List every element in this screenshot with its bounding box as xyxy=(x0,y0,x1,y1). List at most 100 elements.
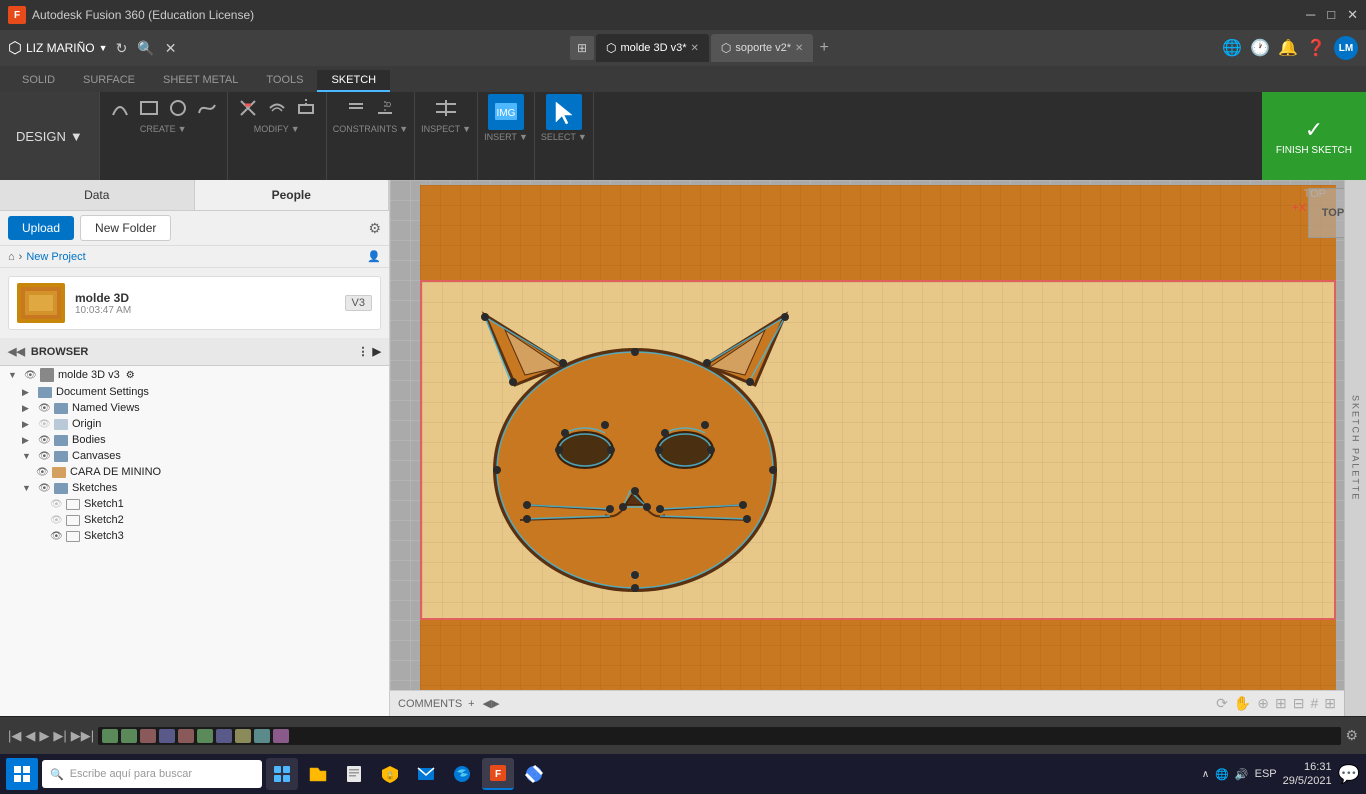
maximize-button[interactable]: □ xyxy=(1327,7,1335,23)
insert-arrow[interactable]: ▼ xyxy=(519,132,528,142)
bodies-arrow[interactable]: ▶ xyxy=(22,435,36,446)
timeline-item-9[interactable] xyxy=(254,729,270,743)
user-info[interactable]: ⬡ LIZ MARIÑO ▼ xyxy=(8,38,108,58)
sketches-eye-icon[interactable] xyxy=(38,483,52,494)
taskbar-chrome[interactable] xyxy=(518,758,550,790)
dimension-tool[interactable]: D xyxy=(371,94,399,122)
origin-arrow[interactable]: ▶ xyxy=(22,419,36,430)
circle-tool[interactable] xyxy=(164,94,192,122)
tab-surface[interactable]: SURFACE xyxy=(69,70,149,92)
finish-sketch-button[interactable]: ✓ FINISH SKETCH xyxy=(1262,92,1366,180)
timeline-item-4[interactable] xyxy=(159,729,175,743)
file-item[interactable]: molde 3D 10:03:47 AM V3 xyxy=(8,276,381,330)
tab-people[interactable]: People xyxy=(195,180,390,210)
sketches-arrow[interactable]: ▼ xyxy=(22,483,36,493)
tab-sketch[interactable]: SKETCH xyxy=(317,70,390,92)
network-icon[interactable]: 🌐 xyxy=(1215,768,1229,781)
tree-sketches[interactable]: ▼ Sketches xyxy=(0,480,389,496)
zoom-extents-icon[interactable]: ⊞ xyxy=(1275,695,1287,712)
system-tray-expand[interactable]: ∧ xyxy=(1202,769,1209,780)
tab-solid[interactable]: SOLID xyxy=(8,70,69,92)
create-arrow[interactable]: ▼ xyxy=(178,124,187,134)
taskbar-search[interactable]: 🔍 Escribe aquí para buscar xyxy=(42,760,262,788)
globe-icon[interactable]: 🌐 xyxy=(1222,38,1242,58)
constraint-tool[interactable] xyxy=(342,94,370,122)
tab-soporte[interactable]: ⬡ soporte v2* ✕ xyxy=(711,34,814,62)
tree-canvases[interactable]: ▼ Canvases xyxy=(0,448,389,464)
taskbar-fusion[interactable]: F xyxy=(482,758,514,790)
view-mode-icon[interactable]: ⊟ xyxy=(1293,695,1305,712)
rect-tool[interactable] xyxy=(135,94,163,122)
tree-doc-settings[interactable]: ▶ Document Settings xyxy=(0,384,389,400)
help-icon[interactable]: ❓ xyxy=(1306,38,1326,58)
tab1-close[interactable]: ✕ xyxy=(691,43,699,54)
select-tool[interactable] xyxy=(546,94,582,130)
taskbar-security[interactable]: 🔒 xyxy=(374,758,406,790)
tree-sketch3[interactable]: Sketch3 xyxy=(0,528,389,544)
user-dropdown-icon[interactable]: ▼ xyxy=(99,43,108,53)
tab-tools[interactable]: TOOLS xyxy=(252,70,317,92)
pan-icon[interactable]: ✋ xyxy=(1234,695,1251,712)
timeline-prev-button[interactable]: ◀ xyxy=(25,728,35,744)
version-badge[interactable]: V3 xyxy=(345,295,372,311)
new-tab-icon[interactable]: + xyxy=(819,39,828,57)
canvases-eye-icon[interactable] xyxy=(38,451,52,462)
timeline-next-button[interactable]: ▶| xyxy=(53,728,66,744)
canvas-area[interactable]: TOP TOP SKETCH PALETTE +X COMMENTS + ◀▶ … xyxy=(390,180,1366,716)
zoom-icon[interactable]: ⊕ xyxy=(1257,695,1269,712)
trim-tool[interactable] xyxy=(234,94,262,122)
sketch1-eye-icon[interactable] xyxy=(50,499,64,510)
timeline-item-2[interactable] xyxy=(121,729,137,743)
arc-tool[interactable] xyxy=(106,94,134,122)
root-settings-icon[interactable]: ⚙ xyxy=(126,370,135,381)
spline-tool[interactable] xyxy=(193,94,221,122)
timeline-track[interactable] xyxy=(98,727,1341,745)
tree-sketch2[interactable]: Sketch2 xyxy=(0,512,389,528)
minimize-button[interactable]: ─ xyxy=(1306,7,1315,23)
tree-bodies[interactable]: ▶ Bodies xyxy=(0,432,389,448)
clock[interactable]: 16:31 29/5/2021 xyxy=(1283,760,1332,789)
cara-eye-icon[interactable] xyxy=(36,467,50,478)
orbit-icon[interactable]: ⟳ xyxy=(1216,695,1228,712)
select-arrow[interactable]: ▼ xyxy=(578,132,587,142)
app-grid-icon[interactable]: ⊞ xyxy=(570,36,594,60)
tree-origin[interactable]: ▶ Origin xyxy=(0,416,389,432)
close-button[interactable]: ✕ xyxy=(1347,7,1358,23)
insert-canvas-tool[interactable]: IMG xyxy=(488,94,524,130)
bodies-eye-icon[interactable] xyxy=(38,435,52,446)
browser-collapse-icon[interactable]: ◀◀ xyxy=(8,345,25,358)
tab2-close[interactable]: ✕ xyxy=(795,43,803,54)
taskbar-task-view[interactable] xyxy=(266,758,298,790)
sketch3-eye-icon[interactable] xyxy=(50,531,64,542)
taskbar-edge[interactable] xyxy=(446,758,478,790)
tab-molde3d[interactable]: ⬡ molde 3D v3* ✕ xyxy=(596,34,709,62)
timeline-play-button[interactable]: ▶ xyxy=(39,728,49,744)
constraints-arrow[interactable]: ▼ xyxy=(399,124,408,134)
taskbar-explorer[interactable] xyxy=(302,758,334,790)
clock-icon[interactable]: 🕐 xyxy=(1250,38,1270,58)
timeline-settings-icon[interactable]: ⚙ xyxy=(1345,727,1358,744)
timeline-item-10[interactable] xyxy=(273,729,289,743)
origin-eye-icon[interactable] xyxy=(38,419,52,430)
expand-comments-icon[interactable]: ◀▶ xyxy=(483,697,500,710)
tree-cara-minino[interactable]: CARA DE MININO xyxy=(0,464,389,480)
timeline-start-button[interactable]: |◀ xyxy=(8,728,21,744)
inspect-arrow[interactable]: ▼ xyxy=(462,124,471,134)
tab-data[interactable]: Data xyxy=(0,180,195,210)
named-views-arrow[interactable]: ▶ xyxy=(22,403,36,414)
timeline-item-1[interactable] xyxy=(102,729,118,743)
sketch2-eye-icon[interactable] xyxy=(50,515,64,526)
named-views-eye-icon[interactable] xyxy=(38,403,52,414)
sketch-palette[interactable]: SKETCH PALETTE xyxy=(1344,180,1366,716)
inspect-tool[interactable] xyxy=(432,94,460,122)
panel-person-icon[interactable]: 👤 xyxy=(367,250,381,263)
start-button[interactable] xyxy=(6,758,38,790)
new-folder-button[interactable]: New Folder xyxy=(80,215,171,241)
root-eye-icon[interactable] xyxy=(24,370,38,381)
panel-settings-icon[interactable]: ⚙ xyxy=(368,220,381,237)
doc-settings-arrow[interactable]: ▶ xyxy=(22,387,36,398)
grid-icon[interactable]: # xyxy=(1310,695,1318,712)
bell-icon[interactable]: 🔔 xyxy=(1278,38,1298,58)
tree-named-views[interactable]: ▶ Named Views xyxy=(0,400,389,416)
notification-icon[interactable]: 💬 xyxy=(1338,764,1360,785)
